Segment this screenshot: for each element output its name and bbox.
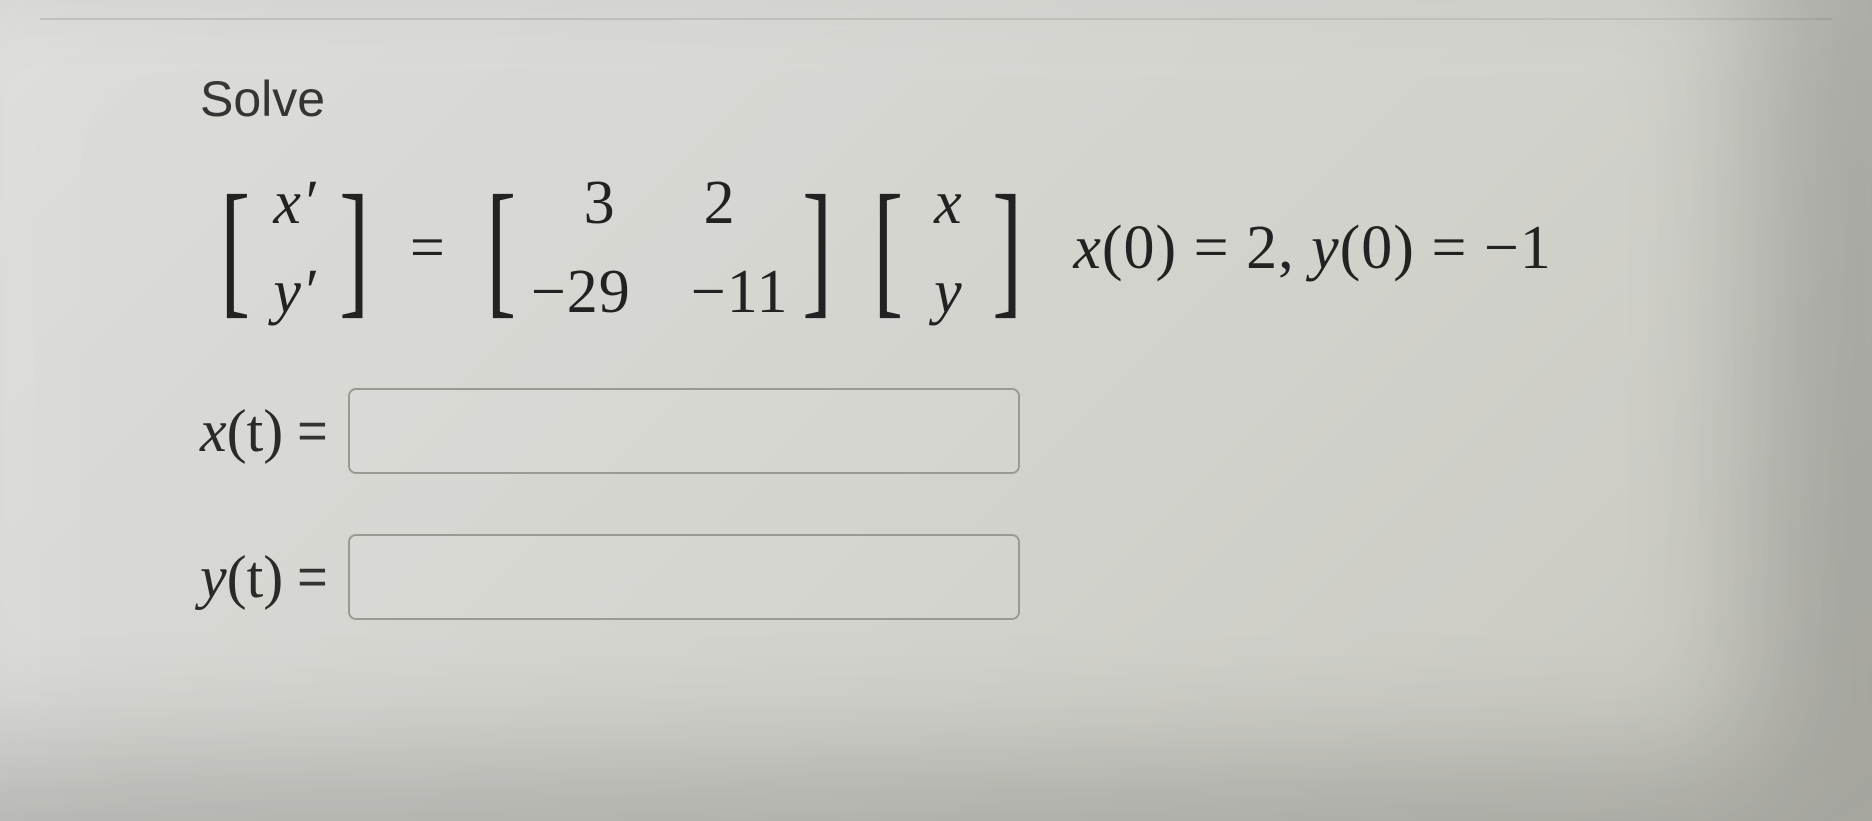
a11: 3 [570,168,630,239]
ic-y-open: (0) = [1340,214,1484,282]
left-bracket-icon: [ [874,173,905,323]
y-equals: = [297,547,327,607]
right-bracket-icon: ] [993,173,1024,323]
y-answer-input[interactable] [348,534,1020,620]
left-bracket-icon: [ [220,173,251,323]
content-area: Solve [ x′ y′ ] = [ 3 2 [200,70,1752,680]
dy-label: y′ [265,257,325,328]
ic-y-val: −1 [1484,214,1552,282]
y-answer-label: y(t) [200,543,283,612]
ic-y-fn: y [1311,214,1340,282]
ic-sep: , [1278,214,1311,282]
system-equation: [ x′ y′ ] = [ 3 2 −29 −11 [200,168,1752,328]
x-equals: = [297,401,327,461]
y-label: y [918,257,978,328]
ic-x-fn: x [1073,214,1102,282]
x-fn: x [200,398,227,464]
problem-page: Solve [ x′ y′ ] = [ 3 2 [0,0,1872,821]
derivative-vector: [ x′ y′ ] [210,168,380,328]
equals-sign: = [410,213,446,284]
coefficient-matrix: [ 3 2 −29 −11 ] [476,168,844,328]
initial-conditions: x(0) = 2, y(0) = −1 [1073,213,1552,284]
left-bracket-icon: [ [486,173,517,323]
y-fn: y [200,544,227,610]
x-arg: (t) [227,398,284,464]
y-answer-row: y(t) = [200,534,1752,620]
ic-x-val: 2 [1246,214,1278,282]
x-answer-input[interactable] [348,388,1020,474]
ic-x-open: (0) = [1102,214,1246,282]
a22: −11 [691,257,789,328]
x-answer-row: x(t) = [200,388,1752,474]
right-bracket-icon: ] [803,173,834,323]
a21: −29 [531,257,631,328]
a12: 2 [690,168,750,239]
x-answer-label: x(t) [200,397,283,466]
dx-label: x′ [265,168,325,239]
top-divider [40,18,1832,20]
state-vector: [ x y ] [863,168,1033,328]
y-arg: (t) [227,544,284,610]
x-label: x [918,168,978,239]
right-bracket-icon: ] [339,173,370,323]
prompt-text: Solve [200,70,1752,128]
